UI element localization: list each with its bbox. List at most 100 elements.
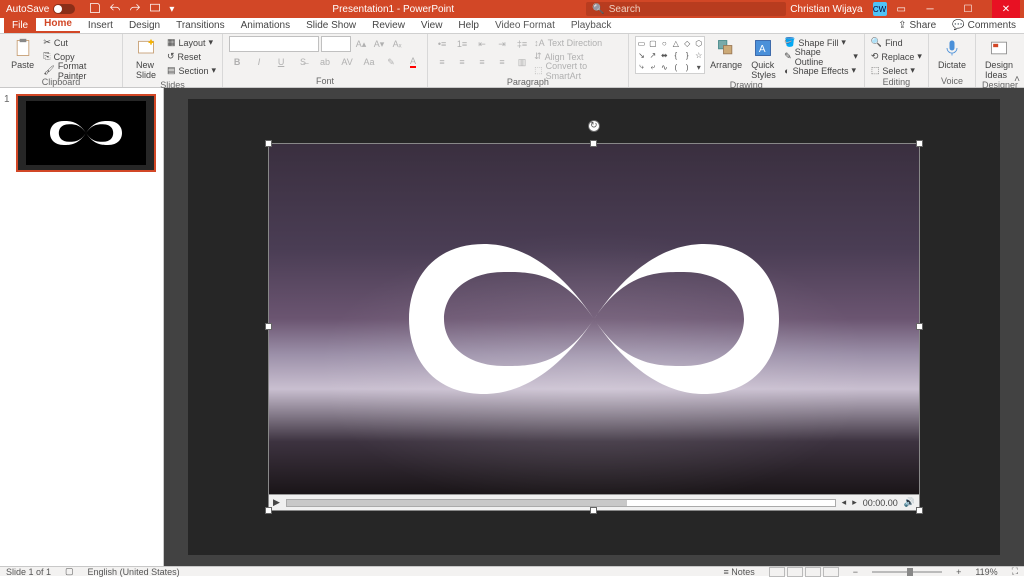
format-painter-button[interactable]: 🖌Format Painter xyxy=(43,64,116,77)
shape-outline-button[interactable]: ✎Shape Outline▾ xyxy=(784,50,858,63)
arrange-button[interactable]: Arrange xyxy=(709,36,742,70)
fit-to-window-icon[interactable]: ⛶ xyxy=(1012,566,1018,577)
reading-view-icon[interactable] xyxy=(805,567,821,577)
minimize-button[interactable]: ─ xyxy=(916,0,944,18)
share-button[interactable]: ⇪Share xyxy=(890,18,944,33)
start-from-beginning-icon[interactable] xyxy=(149,2,161,17)
paste-icon xyxy=(13,38,33,58)
layout-button[interactable]: ▦Layout▾ xyxy=(167,36,216,49)
new-slide-button[interactable]: New Slide xyxy=(129,36,163,80)
comments-icon: 💬 xyxy=(952,20,964,31)
step-forward-icon[interactable]: ▸ xyxy=(852,497,857,508)
slide-canvas[interactable]: ▶ ◂ ▸ 00:00.00 🔊 xyxy=(164,88,1024,566)
design-ideas-button[interactable]: Design Ideas xyxy=(982,36,1016,80)
new-slide-icon xyxy=(136,38,156,58)
tab-slideshow[interactable]: Slide Show xyxy=(298,18,364,33)
comments-button[interactable]: 💬Comments xyxy=(944,18,1024,33)
design-ideas-icon xyxy=(989,38,1009,58)
view-buttons xyxy=(769,567,839,577)
rotate-handle[interactable] xyxy=(588,120,600,132)
underline-icon: U xyxy=(273,54,289,70)
resize-handle-br[interactable] xyxy=(916,507,923,514)
collapse-ribbon-icon[interactable]: ˄ xyxy=(1014,74,1020,85)
slide-counter[interactable]: Slide 1 of 1 xyxy=(6,567,51,577)
resize-handle-bl[interactable] xyxy=(265,507,272,514)
qat-dropdown-icon[interactable]: ▾ xyxy=(169,4,174,15)
tab-help[interactable]: Help xyxy=(450,18,487,33)
normal-view-icon[interactable] xyxy=(769,567,785,577)
bullets-icon: •≡ xyxy=(434,36,450,52)
tab-video-format[interactable]: Video Format xyxy=(487,18,563,33)
columns-icon: ▥ xyxy=(514,54,530,70)
tab-transitions[interactable]: Transitions xyxy=(168,18,233,33)
italic-icon: I xyxy=(251,54,267,70)
find-button[interactable]: 🔍Find xyxy=(871,36,922,49)
autosave-toggle[interactable]: AutoSave xyxy=(0,4,81,15)
spellcheck-icon[interactable]: ▢ xyxy=(65,566,74,577)
tab-playback[interactable]: Playback xyxy=(563,18,620,33)
language-indicator[interactable]: English (United States) xyxy=(88,567,180,577)
resize-handle-mr[interactable] xyxy=(916,323,923,330)
dictate-button[interactable]: Dictate xyxy=(935,36,969,70)
tab-insert[interactable]: Insert xyxy=(80,18,121,33)
volume-icon[interactable]: 🔊 xyxy=(904,497,915,508)
notes-button[interactable]: ≡ Notes xyxy=(724,567,755,577)
find-icon: 🔍 xyxy=(871,37,882,48)
status-bar: Slide 1 of 1 ▢ English (United States) ≡… xyxy=(0,566,1024,576)
search-box[interactable]: 🔍 Search xyxy=(586,2,786,16)
video-progress[interactable] xyxy=(286,499,836,507)
shape-fill-icon: 🪣 xyxy=(784,37,795,48)
slideshow-view-icon[interactable] xyxy=(823,567,839,577)
tab-review[interactable]: Review xyxy=(364,18,413,33)
select-button[interactable]: ⬚Select▾ xyxy=(871,64,922,77)
shapes-gallery[interactable]: ▭▢○△◇⬡ ↘↗⬌{}☆ ⤷⤶∿()▾ xyxy=(635,36,706,74)
user-name[interactable]: Christian Wijaya xyxy=(790,4,862,15)
zoom-out-icon[interactable]: − xyxy=(853,567,858,577)
tab-file[interactable]: File xyxy=(4,18,36,33)
save-icon[interactable] xyxy=(89,2,101,17)
tab-animations[interactable]: Animations xyxy=(233,18,298,33)
sorter-view-icon[interactable] xyxy=(787,567,803,577)
reset-button[interactable]: ↺Reset xyxy=(167,50,216,63)
quick-styles-button[interactable]: A Quick Styles xyxy=(747,36,780,80)
section-button[interactable]: ▤Section▾ xyxy=(167,64,216,77)
resize-handle-tl[interactable] xyxy=(265,140,272,147)
align-right-icon: ≡ xyxy=(474,54,490,70)
ribbon-display-icon[interactable]: ▭ xyxy=(897,4,906,15)
user-avatar[interactable]: CW xyxy=(873,2,887,16)
replace-icon: ⟲ xyxy=(871,51,879,62)
resize-handle-ml[interactable] xyxy=(265,323,272,330)
font-color-icon: A xyxy=(405,54,421,70)
step-back-icon[interactable]: ◂ xyxy=(842,497,847,508)
resize-handle-tr[interactable] xyxy=(916,140,923,147)
replace-button[interactable]: ⟲Replace▾ xyxy=(871,50,922,63)
play-icon[interactable]: ▶ xyxy=(273,497,280,508)
shape-effects-button[interactable]: ◐Shape Effects▾ xyxy=(784,64,858,77)
paste-button[interactable]: Paste xyxy=(6,36,39,70)
close-button[interactable]: ✕ xyxy=(992,0,1020,18)
redo-icon[interactable] xyxy=(129,2,141,17)
tab-view[interactable]: View xyxy=(413,18,451,33)
video-object[interactable]: ▶ ◂ ▸ 00:00.00 🔊 xyxy=(268,143,920,511)
title-bar: AutoSave ▾ Presentation1 - PowerPoint 🔍 … xyxy=(0,0,1024,18)
cut-button[interactable]: ✂Cut xyxy=(43,36,116,49)
zoom-level[interactable]: 119% xyxy=(975,567,997,577)
tab-home[interactable]: Home xyxy=(36,16,80,33)
zoom-in-icon[interactable]: + xyxy=(956,567,961,577)
text-direction-button: ↕AText Direction xyxy=(534,36,622,49)
zoom-slider[interactable] xyxy=(872,571,942,573)
slide-thumbnail-1[interactable] xyxy=(16,94,156,172)
tab-design[interactable]: Design xyxy=(121,18,168,33)
reset-icon: ↺ xyxy=(167,51,175,62)
autosave-switch-icon[interactable] xyxy=(53,4,75,14)
resize-handle-bm[interactable] xyxy=(590,507,597,514)
infinity-icon xyxy=(394,224,794,414)
resize-handle-tm[interactable] xyxy=(590,140,597,147)
ribbon-tabs: File Home Insert Design Transitions Anim… xyxy=(0,18,1024,34)
maximize-button[interactable]: ☐ xyxy=(954,0,982,18)
group-label: Paragraph xyxy=(434,77,622,88)
undo-icon[interactable] xyxy=(109,2,121,17)
slide-thumbnail-pane[interactable]: 1 xyxy=(0,88,164,566)
line-spacing-icon: ‡≡ xyxy=(514,36,530,52)
group-editing: 🔍Find ⟲Replace▾ ⬚Select▾ Editing xyxy=(865,34,929,87)
